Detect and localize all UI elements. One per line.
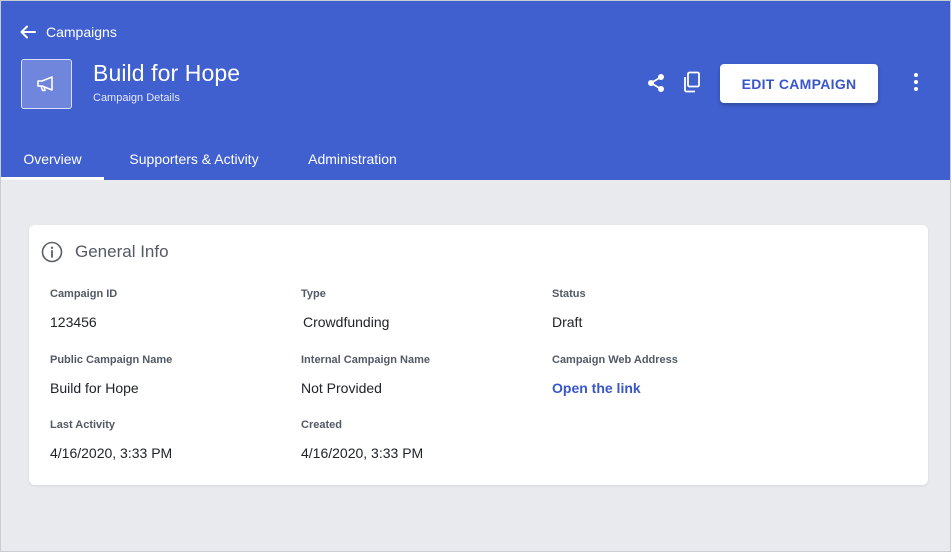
edit-campaign-button[interactable]: EDIT CAMPAIGN bbox=[720, 64, 878, 103]
tab-administration[interactable]: Administration bbox=[284, 137, 421, 180]
open-link[interactable]: Open the link bbox=[552, 380, 678, 396]
field-label: Campaign Web Address bbox=[552, 354, 678, 366]
page-subtitle: Campaign Details bbox=[93, 92, 180, 104]
last-activity-field: Last Activity 4/16/2020, 3:33 PM bbox=[50, 419, 172, 461]
field-value: Not Provided bbox=[301, 380, 382, 396]
back-to-campaigns-link[interactable]: Campaigns bbox=[20, 23, 117, 41]
tab-bar: Overview Supporters & Activity Administr… bbox=[1, 137, 950, 180]
field-value: Draft bbox=[552, 314, 583, 330]
field-value: 4/16/2020, 3:33 PM bbox=[301, 445, 424, 461]
type-field: Type Crowdfunding bbox=[301, 288, 389, 330]
field-label: Internal Campaign Name bbox=[301, 354, 430, 366]
internal-campaign-name-field: Internal Campaign Name Not Provided bbox=[301, 354, 430, 396]
campaign-id-field: Campaign ID 123456 bbox=[50, 288, 117, 330]
field-label: Public Campaign Name bbox=[50, 354, 173, 366]
public-campaign-name-field: Public Campaign Name Build for Hope bbox=[50, 354, 172, 396]
more-vertical-icon bbox=[914, 73, 918, 91]
field-value: Build for Hope bbox=[50, 380, 139, 396]
status-field: Status Draft bbox=[552, 288, 586, 330]
share-button[interactable] bbox=[644, 71, 668, 95]
share-icon bbox=[648, 74, 664, 92]
info-icon bbox=[41, 241, 63, 263]
field-label: Last Activity bbox=[50, 419, 116, 431]
copy-button[interactable] bbox=[680, 70, 704, 94]
field-label: Status bbox=[552, 288, 586, 300]
back-link-label: Campaigns bbox=[46, 24, 117, 40]
more-options-button[interactable] bbox=[905, 70, 927, 94]
general-info-card: General Info Campaign ID 123456 Type Cro… bbox=[29, 225, 928, 485]
copy-icon bbox=[684, 71, 700, 93]
megaphone-icon bbox=[36, 76, 53, 92]
arrow-left-icon bbox=[20, 25, 36, 39]
page-title: Build for Hope bbox=[93, 60, 241, 86]
card-header: General Info bbox=[41, 241, 169, 263]
card-title: General Info bbox=[75, 242, 169, 261]
field-label: Created bbox=[301, 419, 342, 431]
campaign-avatar bbox=[21, 59, 72, 109]
campaign-web-address-field: Campaign Web Address Open the link bbox=[552, 354, 678, 396]
field-value: 123456 bbox=[50, 314, 97, 330]
tab-supporters-activity[interactable]: Supporters & Activity bbox=[104, 137, 284, 180]
field-value: 4/16/2020, 3:33 PM bbox=[50, 445, 173, 461]
field-label: Campaign ID bbox=[50, 288, 118, 300]
field-label: Type bbox=[301, 288, 326, 300]
tab-overview[interactable]: Overview bbox=[1, 137, 104, 180]
campaign-header: Campaigns Build for Hope Campaign Detail… bbox=[1, 1, 950, 180]
created-field: Created 4/16/2020, 3:33 PM bbox=[301, 419, 423, 461]
field-value: Crowdfunding bbox=[303, 314, 390, 330]
